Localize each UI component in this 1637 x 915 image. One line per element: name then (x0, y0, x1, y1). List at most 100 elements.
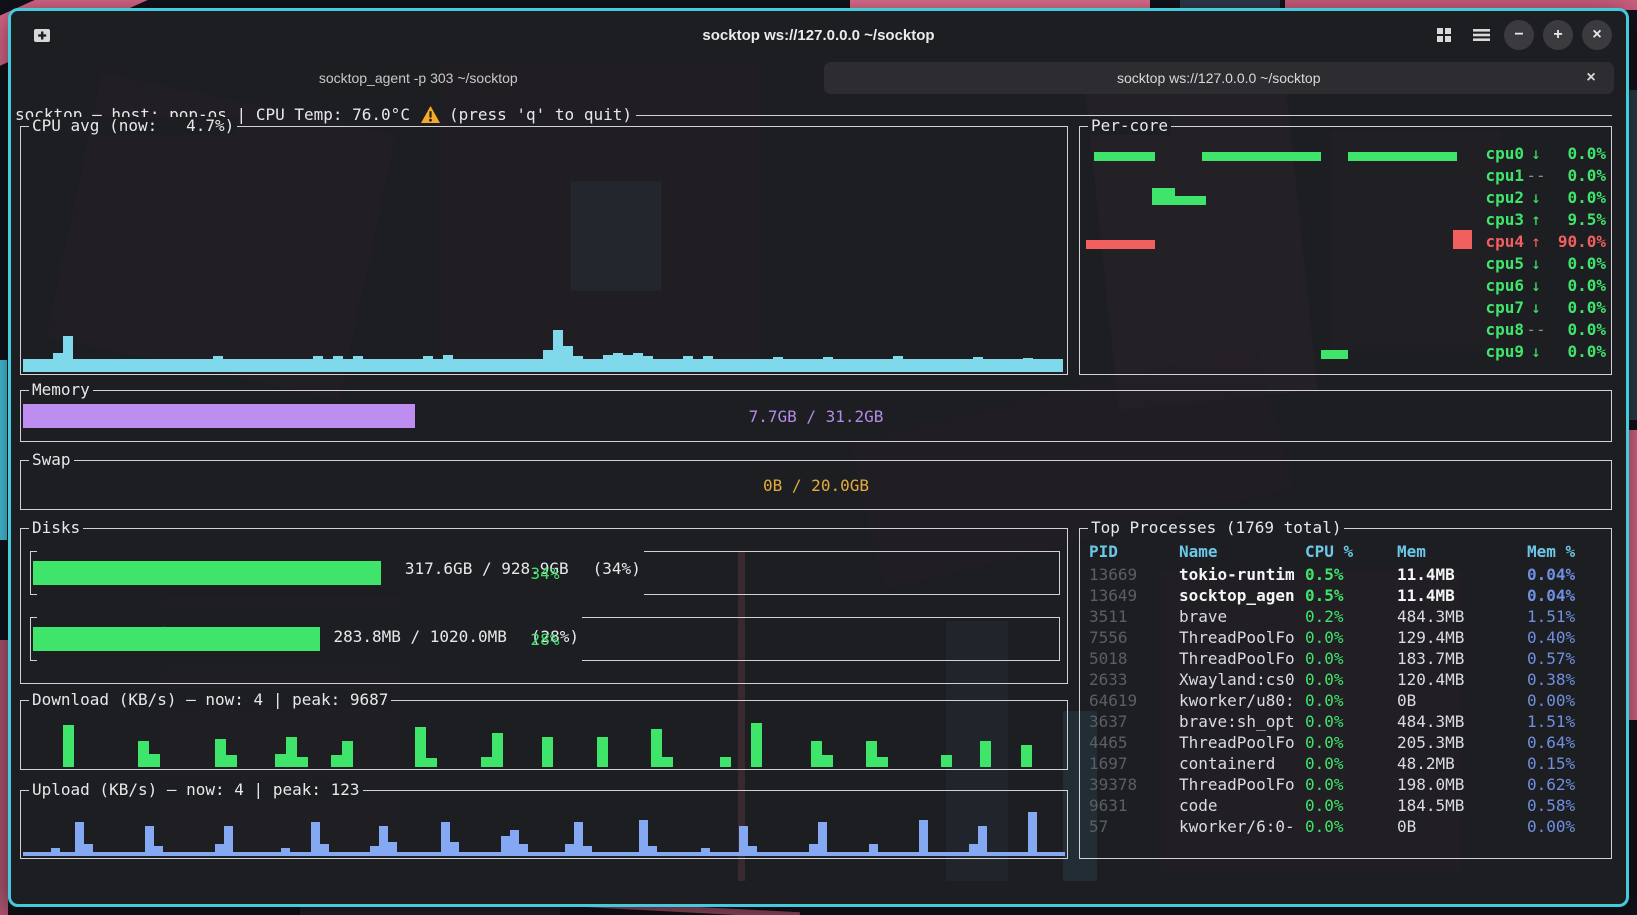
cpu-history-bar (453, 359, 463, 372)
cell-name: brave (1179, 606, 1305, 627)
upload-bar (919, 820, 928, 856)
cpu-history-bar (483, 359, 493, 372)
cpu-history-bar (783, 359, 793, 372)
cpu-history-bar (133, 359, 143, 372)
column-header: CPU % (1305, 541, 1397, 564)
cpu-history-bar (603, 355, 613, 372)
terminal-screen[interactable]: socktop — host: pop-os | CPU Temp: 76.0°… (11, 97, 1626, 904)
cell-pid: 13669 (1089, 564, 1179, 585)
core-label: cpu2↓0.0% (1472, 188, 1606, 207)
download-bar (426, 758, 437, 767)
upload-bar (215, 844, 224, 856)
cell-pid: 3637 (1089, 711, 1179, 732)
tab-label: socktop_agent -p 303 ~/socktop (319, 70, 518, 86)
download-bar (286, 737, 297, 767)
table-row: 9631code0.0%184.5MB0.58% (1089, 795, 1605, 816)
cell-name: tokio-runtim (1179, 564, 1305, 585)
cpu-history-bar (653, 359, 663, 372)
grid-menu-icon[interactable] (1430, 20, 1458, 50)
maximize-button[interactable]: + (1543, 20, 1573, 50)
cpu-history-bar (93, 359, 103, 372)
download-bar (1021, 745, 1032, 767)
wallpaper-fragment (0, 360, 7, 540)
cpu-history-bar (823, 357, 833, 372)
process-table-header: PIDNameCPU %MemMem % (1089, 541, 1605, 564)
cpu-history-bar (853, 359, 863, 372)
column-header: PID (1089, 541, 1179, 564)
cpu-history-bar (283, 359, 293, 372)
cpu-history-bar (833, 359, 843, 372)
cell-name: ThreadPoolFo (1179, 648, 1305, 669)
upload-bar (809, 844, 818, 856)
minimize-button[interactable]: − (1504, 20, 1534, 50)
cell-name: Xwayland:cs0 (1179, 669, 1305, 690)
cpu-history-bar (253, 359, 263, 372)
cell-pid: 64619 (1089, 690, 1179, 711)
cpu-history-bar (943, 359, 953, 372)
cpu-history-bar (73, 359, 83, 372)
disks-panel: Disks /dev/mapper/data-root317.6GB / 928… (20, 528, 1068, 684)
table-row: 39378ThreadPoolFo0.0%198.0MB0.62% (1089, 774, 1605, 795)
cpu-history-bar (723, 359, 733, 372)
upload-bar (701, 848, 710, 856)
cell-name: code (1179, 795, 1305, 816)
cpu-sparkline (1086, 142, 1472, 164)
cpu-history-bar (193, 359, 203, 372)
hamburger-menu-icon[interactable] (1467, 20, 1495, 50)
cpu-history-bar (623, 355, 633, 372)
download-bar (751, 723, 762, 767)
per-core-row: cpu6↓0.0% (1080, 274, 1611, 296)
sparkline-segment (1348, 152, 1456, 161)
cpu-sparkline (1086, 274, 1472, 296)
cell-mem: 183.7MB (1397, 648, 1527, 669)
per-core-row: cpu7↓0.0% (1080, 296, 1611, 318)
cell-mem-pct: 1.51% (1527, 606, 1605, 627)
core-name: cpu8 (1485, 320, 1524, 339)
core-trend: ↓ (1524, 144, 1548, 163)
cpu-history-bar (23, 359, 33, 372)
terminal-window: socktop ws://127.0.0.0 ~/socktop − (8, 8, 1629, 907)
cpu-history-bar (643, 356, 653, 372)
upload-bar (379, 826, 388, 856)
table-row: 13649socktop_agen0.5%11.4MB0.04% (1089, 585, 1605, 606)
sparkline-segment (1202, 152, 1322, 161)
core-value: 0.0% (1548, 276, 1606, 295)
cpu-history-bar (393, 359, 403, 372)
tab-close-icon[interactable]: × (1580, 67, 1602, 89)
core-label: cpu3↑9.5% (1472, 210, 1606, 229)
sparkline-segment (1094, 152, 1156, 161)
cell-mem: 120.4MB (1397, 669, 1527, 690)
download-bar (720, 757, 731, 767)
core-trend: ↓ (1524, 254, 1548, 273)
window-title: socktop ws://127.0.0.0 ~/socktop (11, 27, 1626, 44)
cell-pid: 7556 (1089, 627, 1179, 648)
warning-icon (420, 105, 441, 124)
swap-gauge: 0B / 20.0GB (23, 463, 1609, 507)
table-row: 4465ThreadPoolFo0.0%205.3MB0.64% (1089, 732, 1605, 753)
cpu-history-bar (153, 359, 163, 372)
core-trend: ↓ (1524, 276, 1548, 295)
cell-name: socktop_agen (1179, 585, 1305, 606)
close-button[interactable]: × (1582, 20, 1612, 50)
sparkline-segment (1175, 196, 1206, 205)
upload-bar (648, 846, 657, 856)
per-core-row: cpu9↓0.0% (1080, 340, 1611, 362)
download-bar (342, 741, 353, 767)
cell-mem: 48.2MB (1397, 753, 1527, 774)
tab-socktop-active[interactable]: socktop ws://127.0.0.0 ~/socktop × (824, 62, 1615, 94)
core-name: cpu0 (1485, 144, 1524, 163)
cell-pid: 4465 (1089, 732, 1179, 753)
core-label: cpu5↓0.0% (1472, 254, 1606, 273)
core-trend: ↓ (1524, 188, 1548, 207)
swap-gauge-label: 0B / 20.0GB (23, 463, 1609, 507)
cpu-history-bar (263, 359, 273, 372)
core-label: cpu7↓0.0% (1472, 298, 1606, 317)
per-core-row: cpu0↓0.0% (1080, 142, 1611, 164)
cell-mem-pct: 0.58% (1527, 795, 1605, 816)
upload-panel: Upload (KB/s) — now: 4 | peak: 123 (20, 790, 1068, 859)
cpu-history-bar (213, 356, 223, 372)
tab-socktop-agent[interactable]: socktop_agent -p 303 ~/socktop (23, 62, 814, 94)
download-bar (275, 754, 286, 767)
download-panel: Download (KB/s) — now: 4 | peak: 9687 (20, 700, 1068, 770)
cell-pid: 13649 (1089, 585, 1179, 606)
